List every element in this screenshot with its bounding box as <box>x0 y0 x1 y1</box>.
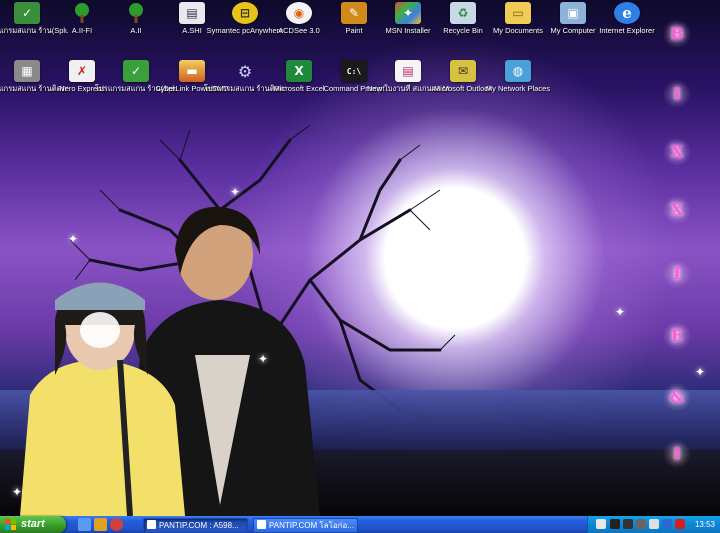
folder-icon: ▭ <box>505 2 531 24</box>
scanner-icon: ✓ <box>123 60 149 82</box>
task-label: PANTIP.COM : A598... <box>159 521 239 530</box>
tray-icon[interactable] <box>610 519 620 529</box>
tray-icon[interactable] <box>623 519 633 529</box>
taskbar: start PANTIP.COM : A598... PANTIP.COM โล… <box>0 516 720 533</box>
sparkle: ✦ <box>695 365 706 379</box>
browser-icon <box>257 520 266 529</box>
sparkle: ✦ <box>12 485 23 499</box>
nero-icon: ✗ <box>69 60 95 82</box>
taskbar-item-pantip-1[interactable]: PANTIP.COM : A598... <box>143 518 248 533</box>
recycle-bin-icon: ♻ <box>450 2 476 24</box>
deco-letter: & <box>662 383 692 411</box>
show-desktop-icon[interactable] <box>78 518 91 531</box>
media-player-icon[interactable] <box>110 518 123 531</box>
taskbar-item-pantip-2[interactable]: PANTIP.COM โลโอก่อ... <box>253 518 358 533</box>
sparkle: ✦ <box>258 352 269 366</box>
clock[interactable]: 13:53 <box>695 516 715 533</box>
gear-icon: ⚙ <box>237 61 253 81</box>
start-button[interactable]: start <box>0 516 66 533</box>
deco-letter: X <box>662 196 692 224</box>
computer-icon: ▣ <box>560 2 586 24</box>
pcanywhere-icon: ⊟ <box>232 2 258 24</box>
internet-explorer-icon: e <box>614 2 640 24</box>
girl-photo <box>20 282 185 516</box>
language-icon[interactable] <box>596 519 606 529</box>
desktop-wallpaper: ✦ ✦ ✦ ✦ ✦ ✦ ✦ B I X X I E & I ✓ โปรแกรมส… <box>0 0 720 516</box>
deco-letter: E <box>662 322 692 350</box>
excel-icon: X <box>286 60 312 82</box>
antivirus-icon[interactable] <box>675 519 685 529</box>
sparkle: ✦ <box>522 252 533 266</box>
deco-letter: X <box>662 138 692 166</box>
browser-icon <box>147 520 156 529</box>
tray-icon[interactable] <box>662 519 672 529</box>
sparkle: ✦ <box>615 305 626 319</box>
deco-letter: I <box>662 260 692 288</box>
msn-icon: ✦ <box>395 2 421 24</box>
deco-letter: I <box>662 80 692 108</box>
document-icon: ▤ <box>395 60 421 82</box>
system-tray: 13:53 <box>587 516 720 533</box>
acdsee-icon: ◉ <box>286 2 312 24</box>
tree-icon <box>123 2 149 24</box>
powerdvd-icon: ▬ <box>179 60 205 82</box>
outlook-icon: ✉ <box>450 60 476 82</box>
network-status-icon[interactable] <box>649 519 659 529</box>
task-label: PANTIP.COM โลโอก่อ... <box>269 521 354 530</box>
desktop-icon-my-network-places[interactable]: ◍ My Network Places <box>477 60 559 114</box>
scanner-icon: ✓ <box>14 2 40 24</box>
deco-letter: I <box>662 440 692 468</box>
icon-label: My Network Places <box>485 84 551 93</box>
tree-icon <box>69 2 95 24</box>
paint-icon: ✎ <box>341 2 367 24</box>
command-prompt-icon: C:\ <box>341 60 367 82</box>
quick-launch-icon[interactable] <box>94 518 107 531</box>
start-label: start <box>21 518 45 530</box>
desktop-icon-internet-explorer[interactable]: e Internet Explorer <box>586 2 668 56</box>
network-icon: ◍ <box>505 60 531 82</box>
sparkle: ✦ <box>68 232 79 246</box>
volume-icon[interactable] <box>636 519 646 529</box>
icon-label: Internet Explorer <box>599 26 655 35</box>
windows-flag-icon <box>5 519 16 530</box>
window-icon: ▤ <box>179 2 205 24</box>
scanner-icon: ▦ <box>14 60 40 82</box>
sparkle: ✦ <box>230 185 241 199</box>
